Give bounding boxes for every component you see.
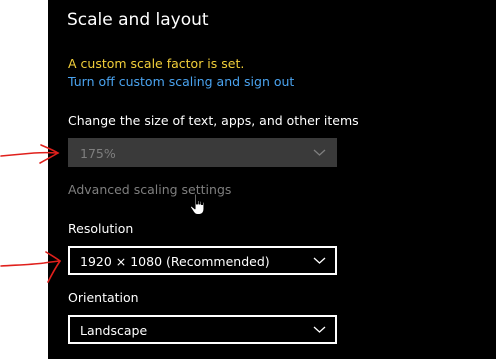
red-arrow-annotation xyxy=(0,251,62,283)
scale-dropdown: 175% xyxy=(68,138,337,167)
orientation-label: Orientation xyxy=(68,290,139,305)
custom-scale-warning: A custom scale factor is set. xyxy=(68,56,245,71)
turn-off-custom-scaling-link[interactable]: Turn off custom scaling and sign out xyxy=(68,74,294,89)
section-title: Scale and layout xyxy=(67,10,209,30)
left-margin xyxy=(0,0,48,359)
chevron-down-icon xyxy=(313,257,326,264)
chevron-down-icon xyxy=(313,149,326,156)
resolution-dropdown[interactable]: 1920 × 1080 (Recommended) xyxy=(68,246,337,275)
hand-pointer-icon xyxy=(189,193,205,216)
orientation-value: Landscape xyxy=(80,323,148,338)
chevron-down-icon xyxy=(313,326,326,333)
resolution-label: Resolution xyxy=(68,221,134,236)
settings-panel xyxy=(48,0,496,359)
red-arrow-annotation xyxy=(0,144,60,164)
resolution-value: 1920 × 1080 (Recommended) xyxy=(80,254,270,269)
scale-label: Change the size of text, apps, and other… xyxy=(68,113,359,128)
orientation-dropdown[interactable]: Landscape xyxy=(68,315,337,344)
scale-value: 175% xyxy=(80,146,116,161)
